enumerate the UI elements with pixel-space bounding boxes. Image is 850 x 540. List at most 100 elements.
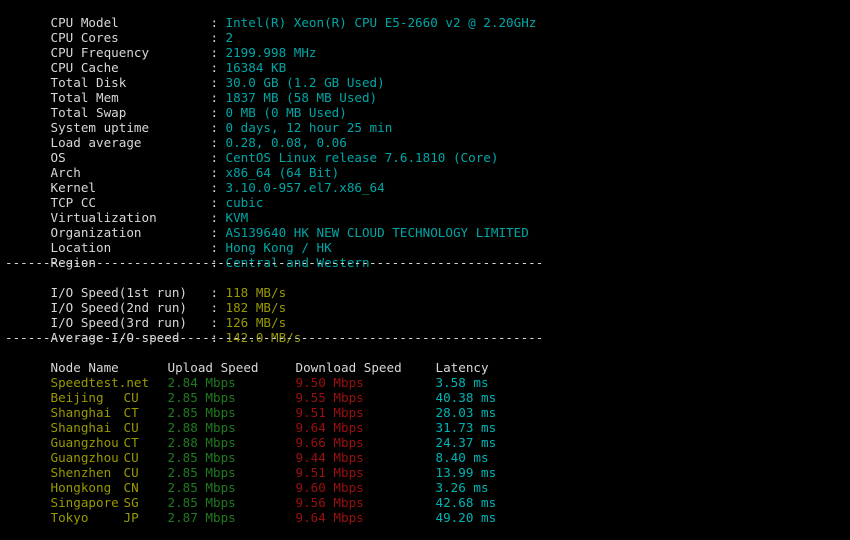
cell-node-name: Tokyo bbox=[50, 510, 89, 525]
cell-upload-speed: 2.85 Mbps bbox=[167, 450, 236, 465]
info-colon: : bbox=[210, 165, 219, 180]
io-row: I/O Speed(1st run):118 MB/s bbox=[0, 270, 850, 300]
cell-upload-speed: 2.85 Mbps bbox=[167, 405, 236, 420]
cell-node-name: Beijing bbox=[50, 390, 104, 405]
info-colon: : bbox=[210, 15, 219, 30]
info-colon: : bbox=[210, 30, 219, 45]
info-colon: : bbox=[210, 210, 219, 225]
cell-download-speed: 9.64 Mbps bbox=[295, 420, 364, 435]
info-value: 2 bbox=[225, 30, 234, 45]
cell-download-speed: 9.60 Mbps bbox=[295, 480, 364, 495]
io-value: 182 MB/s bbox=[225, 300, 287, 315]
cell-download-speed: 9.55 Mbps bbox=[295, 390, 364, 405]
cell-latency: 31.73 ms bbox=[435, 420, 497, 435]
info-colon: : bbox=[210, 75, 219, 90]
io-colon: : bbox=[210, 300, 219, 315]
info-colon: : bbox=[210, 240, 219, 255]
info-label: Location bbox=[50, 240, 112, 255]
cell-node-name: Shenzhen bbox=[50, 465, 112, 480]
info-value: 1837 MB (58 MB Used) bbox=[225, 90, 378, 105]
cell-node-name: Guangzhou bbox=[50, 435, 119, 450]
cell-upload-speed: 2.88 Mbps bbox=[167, 435, 236, 450]
info-label: CPU Frequency bbox=[50, 45, 150, 60]
info-row: CPU Model: Intel(R) Xeon(R) CPU E5-2660 v… bbox=[0, 0, 850, 30]
cell-download-speed: 9.66 Mbps bbox=[295, 435, 364, 450]
speedtest-section: Node Name Upload Speed Download Speed Laten… bbox=[0, 345, 850, 525]
info-label: CPU Model bbox=[50, 15, 119, 30]
cell-download-speed: 9.51 Mbps bbox=[295, 465, 364, 480]
terminal-window[interactable]: CPU Model: Intel(R) Xeon(R) CPU E5-2660 v… bbox=[0, 0, 850, 525]
info-label: CPU Cores bbox=[50, 30, 119, 45]
cell-latency: 13.99 ms bbox=[435, 465, 497, 480]
column-header-node-name: Node Name bbox=[50, 360, 119, 375]
info-label: Kernel bbox=[50, 180, 97, 195]
info-label: Organization bbox=[50, 225, 142, 240]
column-header-download-speed: Download Speed bbox=[295, 360, 402, 375]
cell-latency: 3.58 ms bbox=[435, 375, 489, 390]
cell-upload-speed: 2.85 Mbps bbox=[167, 480, 236, 495]
io-label: I/O Speed(1st run) bbox=[50, 285, 187, 300]
info-colon: : bbox=[210, 180, 219, 195]
info-label: Virtualization bbox=[50, 210, 157, 225]
cell-latency: 3.26 ms bbox=[435, 480, 489, 495]
info-value: KVM bbox=[225, 210, 249, 225]
info-value: AS139640 HK NEW CLOUD TECHNOLOGY LIMITED bbox=[225, 225, 529, 240]
io-value: 126 MB/s bbox=[225, 315, 287, 330]
info-value: 0.28, 0.08, 0.06 bbox=[225, 135, 347, 150]
cell-node-name: Shanghai bbox=[50, 405, 112, 420]
cell-isp: CT bbox=[123, 405, 139, 420]
cell-isp: CU bbox=[123, 450, 139, 465]
cell-upload-speed: 2.88 Mbps bbox=[167, 420, 236, 435]
info-label: Total Mem bbox=[50, 90, 119, 105]
info-colon: : bbox=[210, 90, 219, 105]
cell-node-name: Shanghai bbox=[50, 420, 112, 435]
info-value: x86_64 (64 Bit) bbox=[225, 165, 340, 180]
cell-isp: CN bbox=[123, 480, 139, 495]
cell-upload-speed: 2.85 Mbps bbox=[167, 495, 236, 510]
io-value: 118 MB/s bbox=[225, 285, 287, 300]
info-value: Intel(R) Xeon(R) CPU E5-2660 v2 @ 2.20GH… bbox=[225, 15, 537, 30]
info-colon: : bbox=[210, 45, 219, 60]
cell-isp: CU bbox=[123, 390, 139, 405]
info-colon: : bbox=[210, 225, 219, 240]
cell-download-speed: 9.56 Mbps bbox=[295, 495, 364, 510]
info-colon: : bbox=[210, 105, 219, 120]
info-label: Arch bbox=[50, 165, 81, 180]
cell-node-name: Speedtest.net bbox=[50, 375, 150, 390]
io-label: I/O Speed(2nd run) bbox=[50, 300, 187, 315]
info-label: Load average bbox=[50, 135, 142, 150]
info-value: CentOS Linux release 7.6.1810 (Core) bbox=[225, 150, 499, 165]
cell-latency: 24.37 ms bbox=[435, 435, 497, 450]
info-value: Hong Kong / HK bbox=[225, 240, 332, 255]
cell-download-speed: 9.64 Mbps bbox=[295, 510, 364, 525]
cell-download-speed: 9.51 Mbps bbox=[295, 405, 364, 420]
system-info-section: CPU Model: Intel(R) Xeon(R) CPU E5-2660 v… bbox=[0, 0, 850, 270]
cell-latency: 40.38 ms bbox=[435, 390, 497, 405]
cell-isp: CU bbox=[123, 420, 139, 435]
info-label: System uptime bbox=[50, 120, 150, 135]
separator-line-top: ----------------------------------------… bbox=[5, 255, 544, 270]
info-label: CPU Cache bbox=[50, 60, 119, 75]
cell-upload-speed: 2.85 Mbps bbox=[167, 465, 236, 480]
info-value: 30.0 GB (1.2 GB Used) bbox=[225, 75, 385, 90]
cell-latency: 28.03 ms bbox=[435, 405, 497, 420]
info-label: Total Disk bbox=[50, 75, 127, 90]
speedtest-header-row: Node Name Upload Speed Download Speed Laten… bbox=[0, 345, 850, 375]
info-value: 3.10.0-957.el7.x86_64 bbox=[225, 180, 385, 195]
cell-isp: SG bbox=[123, 495, 139, 510]
cell-latency: 8.40 ms bbox=[435, 450, 489, 465]
cell-isp: JP bbox=[123, 510, 139, 525]
cell-download-speed: 9.50 Mbps bbox=[295, 375, 364, 390]
info-colon: : bbox=[210, 195, 219, 210]
cell-upload-speed: 2.85 Mbps bbox=[167, 390, 236, 405]
io-test-section: I/O Speed(1st run):118 MB/s I/O Speed(2n… bbox=[0, 270, 850, 345]
cell-upload-speed: 2.87 Mbps bbox=[167, 510, 236, 525]
info-colon: : bbox=[210, 150, 219, 165]
info-label: Total Swap bbox=[50, 105, 127, 120]
separator-line-bottom: ----------------------------------------… bbox=[5, 330, 544, 345]
cell-latency: 42.68 ms bbox=[435, 495, 497, 510]
info-value: 2199.998 MHz bbox=[225, 45, 317, 60]
io-colon: : bbox=[210, 315, 219, 330]
info-label: TCP CC bbox=[50, 195, 97, 210]
info-value: cubic bbox=[225, 195, 264, 210]
